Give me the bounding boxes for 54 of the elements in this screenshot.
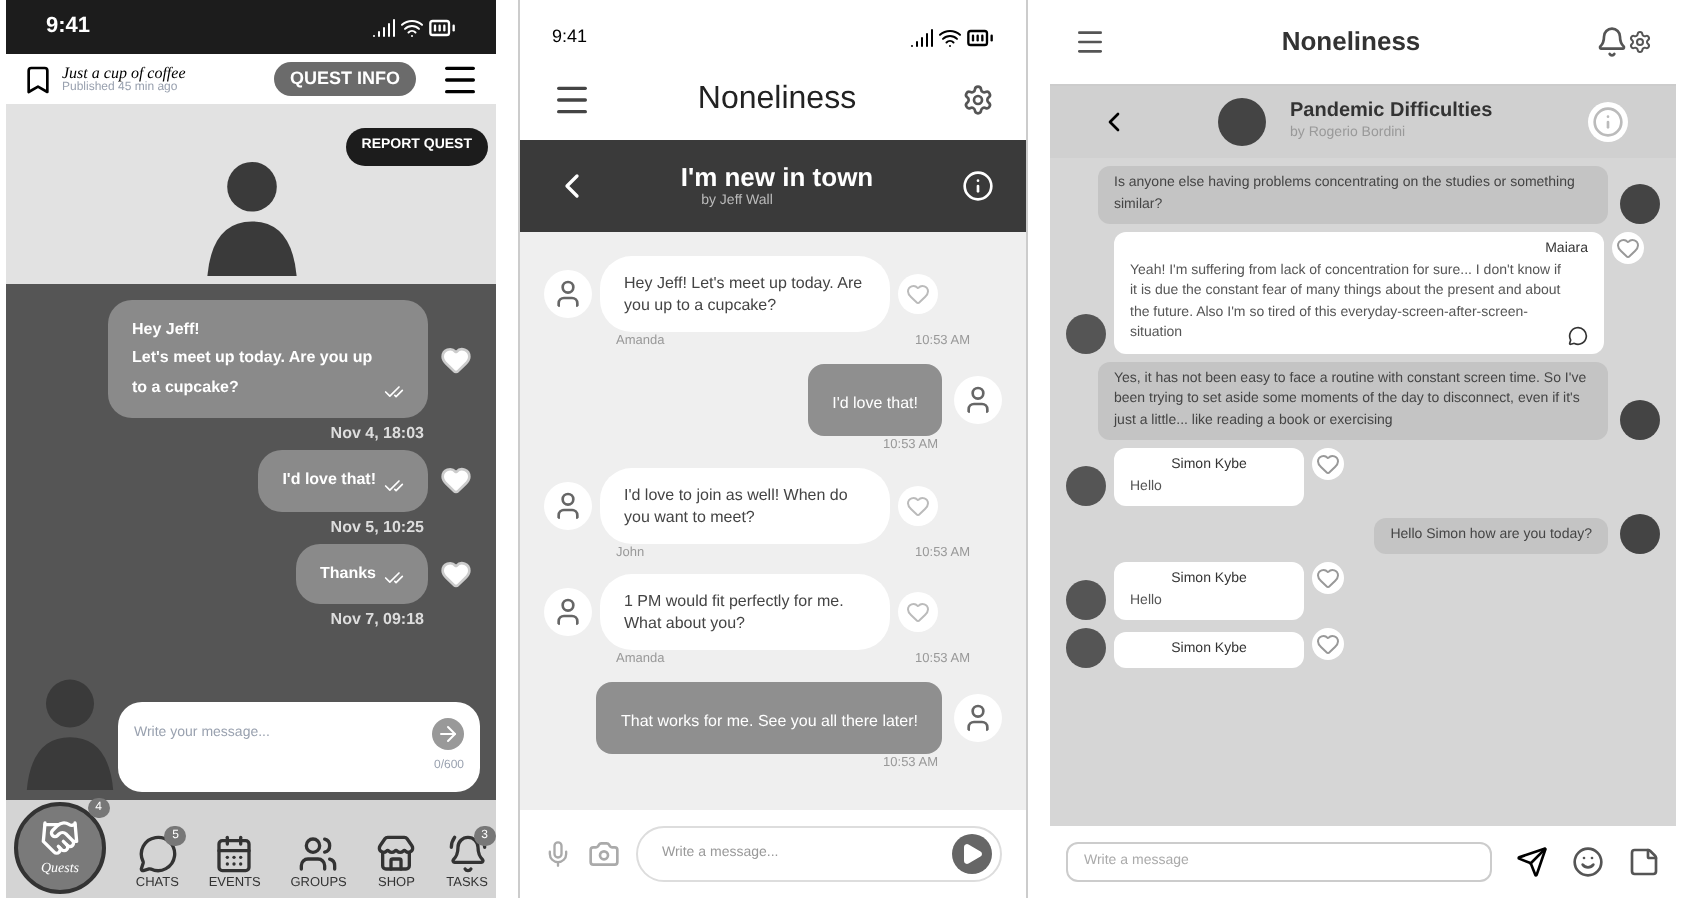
heart-icon[interactable] [440,343,472,376]
app-title: Noneliness [697,80,857,120]
message-text: Thanks [319,561,376,586]
message-time: Nov 4, 18:03 [330,422,424,447]
status-time: 9:41 [552,24,588,51]
info-icon[interactable] [962,170,994,202]
heart-icon[interactable] [440,557,472,590]
app-title: Noneliness [1279,24,1423,61]
chat-title: Pandemic Difficulties [1290,100,1495,125]
profile-photo [1066,313,1106,353]
message-text: I'd love that! [282,468,376,493]
quest-info-button[interactable]: QUEST INFO [273,61,416,97]
quest-title: Just a cup of coffee [62,65,186,81]
message-text: 1 PM would fit perfectly for me. What about you? [624,590,846,635]
message-text: That works for me. See you all there later! [620,712,918,730]
user-avatar-icon [954,375,1002,424]
settings-icon[interactable] [962,84,994,116]
heart-icon[interactable] [440,464,472,497]
message-text: Hey Jeff! Let's meet up today. Are you up to a cupcake? [624,272,865,316]
battery-icon [966,24,994,52]
send-icon[interactable] [1516,846,1548,878]
calendar-icon [214,834,255,875]
profile-photo [1218,98,1266,146]
double-check-icon [384,475,404,496]
user-avatar-icon [544,481,592,529]
double-check-icon [384,567,404,588]
user-avatar-icon [544,270,592,318]
profile-photo [1620,184,1660,224]
bookmark-icon[interactable] [22,63,54,95]
profile-photo [1620,514,1660,554]
wifi-icon [400,15,424,39]
message-text: I'd love that! [832,393,918,412]
status-time: 9:41 [46,12,91,43]
profile-photo [1066,628,1106,668]
user-avatar-icon [954,694,1002,742]
profile-photo [1066,580,1106,620]
note-icon[interactable] [1628,846,1660,878]
bell-icon[interactable] [1596,26,1628,58]
shop-icon [376,834,417,875]
double-check-icon [384,382,404,403]
signal-icon [372,15,396,39]
message-time: Nov 5, 10:25 [330,515,424,540]
user-avatar-icon [544,588,592,637]
message-text: I'd love to join as well! When do you want to meet? [624,483,850,527]
signal-icon [910,26,934,50]
profile-photo [1620,400,1660,440]
message-text: Hey Jeff! Let's meet up today. Are you up to a cupcake? [132,318,375,400]
people-icon [298,834,339,875]
handshake-icon [40,817,80,858]
profile-photo [1066,466,1106,506]
menu-icon[interactable] [1074,26,1106,58]
chat-title: I'm new in town [680,161,874,193]
settings-icon[interactable] [1628,30,1652,54]
message-time: Nov 7, 09:18 [330,607,424,632]
